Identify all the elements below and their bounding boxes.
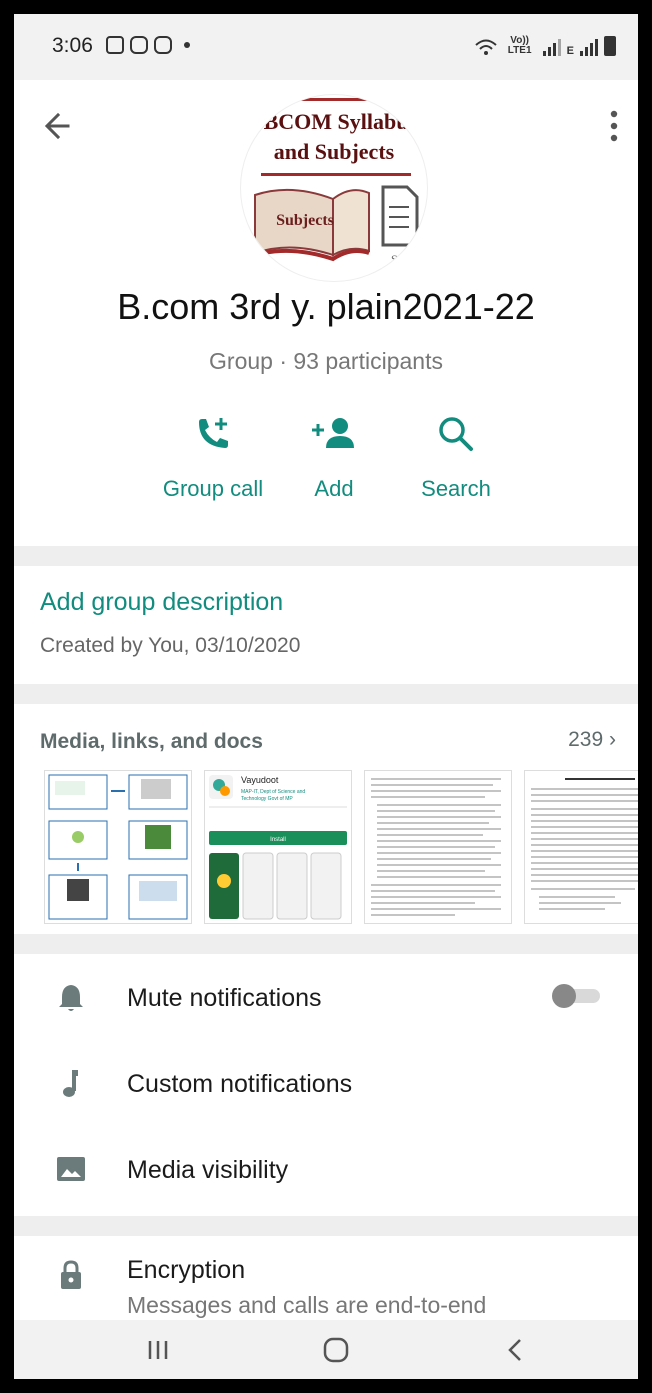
gallery-icon (106, 36, 124, 54)
encryption-subtitle: Messages and calls are end-to-end (127, 1292, 487, 1318)
created-info: Created by You, 03/10/2020 (40, 634, 301, 657)
section-divider (14, 1216, 638, 1236)
instagram-icon (154, 36, 172, 54)
status-time: 3:06 (52, 34, 93, 57)
toggle-knob (552, 984, 576, 1008)
battery-icon (604, 36, 616, 56)
section-divider (14, 934, 638, 954)
media-section[interactable]: Media, links, and docs 239 › Vayudoot MA… (14, 704, 638, 934)
network-label: Vo)) LTE1 (507, 35, 532, 56)
person-add-icon (312, 418, 354, 448)
instagram-icon (130, 36, 148, 54)
document-page-image (531, 778, 638, 910)
document-page-image (371, 778, 501, 916)
wifi-icon (474, 39, 497, 55)
system-navigation-bar (14, 1320, 638, 1379)
media-visibility-row[interactable]: Media visibility (14, 1126, 638, 1212)
arrow-left-icon[interactable] (40, 106, 80, 146)
group-call-button[interactable]: Group call (148, 414, 278, 502)
image-icon (57, 1157, 85, 1181)
avatar-image: BCOM Syllabu and Subjects Subjects Sylb (254, 98, 419, 266)
custom-notifications-label: Custom notifications (127, 1070, 353, 1098)
search-button[interactable]: Search (391, 414, 521, 502)
status-right: Vo)) LTE1 E (474, 35, 616, 57)
phone-screen: 3:06 Vo)) LTE1 E BCOM Syllabu and Subjec… (14, 14, 638, 1379)
install-label: Install (270, 837, 286, 843)
more-notifications-dot-icon (184, 42, 190, 48)
mute-notifications-label: Mute notifications (127, 984, 322, 1012)
app-publisher-line1: MAP-IT, Dept of Science and (241, 789, 305, 795)
media-thumbnail[interactable] (364, 770, 512, 924)
group-title: B.com 3rd y. plain2021-22 (117, 286, 535, 327)
phone-add-icon (199, 418, 228, 448)
custom-notifications-row[interactable]: Custom notifications (14, 1040, 638, 1126)
media-title: Media, links, and docs (40, 730, 263, 753)
add-description-link[interactable]: Add group description (40, 588, 283, 617)
media-thumbnail[interactable] (524, 770, 638, 924)
chevron-right-icon: › (609, 728, 616, 751)
app-name: Vayudoot (241, 775, 279, 785)
signal-icon (542, 39, 561, 56)
music-note-icon (63, 1070, 78, 1097)
avatar-text-line1: BCOM Syllabu (264, 109, 409, 134)
app-publisher-line2: Technology Govt of MP (241, 796, 293, 802)
notification-icons (106, 36, 190, 54)
avatar-book-label: Subjects (276, 212, 334, 229)
mute-notifications-row[interactable]: Mute notifications (14, 954, 638, 1040)
media-thumbnails: Vayudoot MAP-IT, Dept of Science and Tec… (44, 770, 638, 924)
data-indicator: E (566, 45, 574, 57)
media-visibility-label: Media visibility (127, 1156, 289, 1184)
media-thumbnail[interactable]: Vayudoot MAP-IT, Dept of Science and Tec… (204, 770, 352, 924)
section-divider (14, 684, 638, 704)
screenshot-collage-image (48, 774, 188, 920)
add-label: Add (314, 476, 354, 501)
description-section: Add group description Created by You, 03… (14, 566, 638, 684)
search-icon (439, 417, 473, 451)
notification-settings: Mute notifications Custom notifications … (14, 954, 638, 1216)
app-store-screenshot-image: Vayudoot MAP-IT, Dept of Science and Tec… (209, 775, 347, 920)
back-nav-icon[interactable] (496, 1336, 536, 1364)
signal-icon (580, 39, 598, 56)
home-icon[interactable] (316, 1336, 356, 1364)
avatar-doc-label: Sylb (391, 252, 413, 266)
section-divider (14, 546, 638, 566)
lock-icon (61, 1260, 81, 1289)
bell-icon (59, 985, 83, 1011)
more-vert-icon[interactable] (604, 106, 624, 146)
group-avatar[interactable]: BCOM Syllabu and Subjects Subjects Sylb (240, 94, 428, 282)
add-participant-button[interactable]: Add (269, 414, 399, 502)
encryption-title: Encryption (127, 1256, 246, 1284)
participants-count: Group · 93 participants (209, 348, 443, 374)
status-bar: 3:06 Vo)) LTE1 E (14, 14, 638, 80)
search-label: Search (421, 476, 491, 501)
group-call-label: Group call (162, 476, 264, 501)
mute-toggle[interactable] (552, 984, 600, 1008)
encryption-row[interactable]: Encryption Messages and calls are end-to… (14, 1236, 638, 1326)
avatar-text-line2: and Subjects (274, 139, 395, 164)
recent-apps-icon[interactable] (138, 1336, 178, 1364)
media-thumbnail[interactable] (44, 770, 192, 924)
group-header: BCOM Syllabu and Subjects Subjects Sylb … (14, 80, 638, 546)
media-count[interactable]: 239 › (568, 728, 616, 752)
